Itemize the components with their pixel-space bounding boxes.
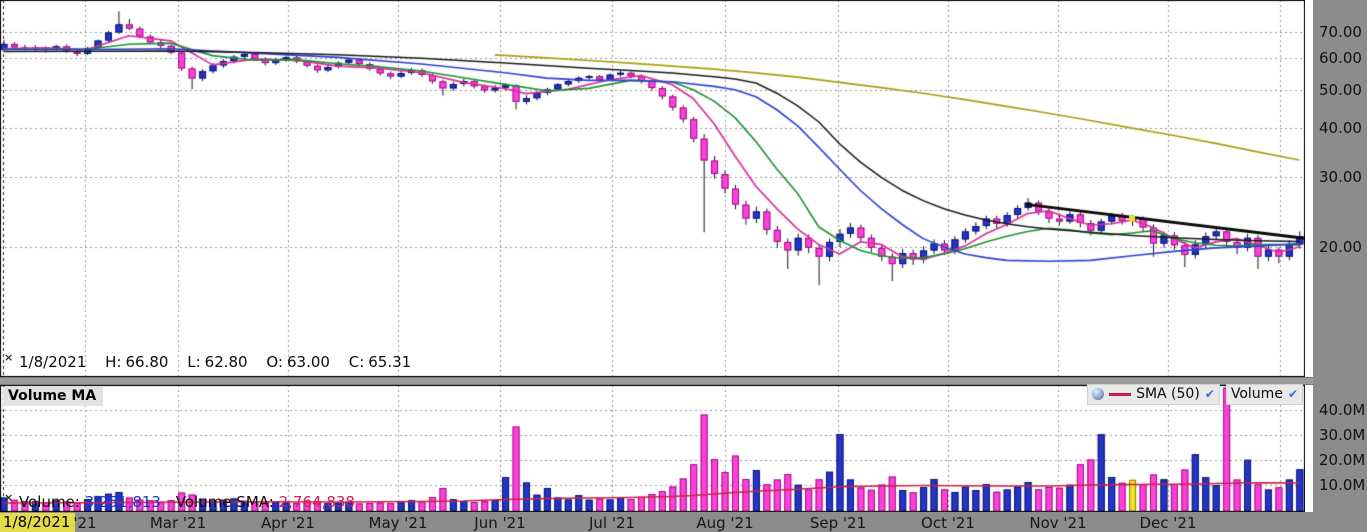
- sma-legend-chip: SMA (50) ✔: [1087, 384, 1220, 405]
- x-axis-month-label: May '21: [353, 514, 443, 532]
- stock-chart-window: × 1/8/2021 H:66.80 L:62.80 O:63.00 C:65.…: [0, 0, 1367, 532]
- x-axis-month-label: Apr '21: [243, 514, 333, 532]
- volume-info-bar: × Volume: 3,251,813 Volume SMA: 2,764,83…: [4, 491, 355, 511]
- volume-legend-chip: Volume ✔: [1226, 384, 1303, 405]
- volume-legend-label: Volume: [1231, 386, 1283, 402]
- volume-legend: SMA (50) ✔ Volume ✔: [1087, 384, 1303, 405]
- volume-axis-label: 30.0M: [1319, 426, 1365, 444]
- ohlc-open: O:63.00: [266, 353, 330, 371]
- volume-value: 3,251,813: [85, 493, 161, 511]
- volume-panel: Volume MA SMA (50) ✔ Volume ✔ × Volume: …: [0, 385, 1305, 512]
- ohlc-date: 1/8/2021: [19, 353, 86, 371]
- ohlc-info-bar: × 1/8/2021 H:66.80 L:62.80 O:63.00 C:65.…: [4, 351, 425, 371]
- sma-line-swatch: [1109, 393, 1131, 396]
- price-axis-label: 40.00: [1319, 119, 1362, 137]
- x-axis-month-label: Aug '21: [680, 514, 770, 532]
- sma-visibility-checkbox[interactable]: ✔: [1205, 388, 1215, 400]
- remove-indicator-icon[interactable]: ×: [4, 351, 13, 364]
- volume-axis-label: 40.0M: [1319, 401, 1365, 419]
- volume-axis-label: 10.0M: [1319, 476, 1365, 494]
- volume-axis-label: 20.0M: [1319, 451, 1365, 469]
- price-axis-label: 60.00: [1319, 49, 1362, 67]
- price-axis-label: 30.00: [1319, 168, 1362, 186]
- ohlc-high: H:66.80: [105, 353, 168, 371]
- volume-sma-label: Volume SMA:: [176, 493, 274, 511]
- x-axis-month-label: Jul '21: [567, 514, 657, 532]
- x-axis-month-label: Nov '21: [1013, 514, 1103, 532]
- sma-legend-label: SMA (50): [1136, 386, 1200, 402]
- volume-ma-title: Volume MA: [3, 387, 103, 406]
- x-axis-month-label: Dec '21: [1123, 514, 1213, 532]
- remove-volume-icon[interactable]: ×: [4, 491, 13, 504]
- time-axis-strip[interactable]: 1/8/2021 '21Mar '21Apr '21May '21Jun '21…: [0, 512, 1313, 532]
- x-axis-month-label: Jun '21: [455, 514, 545, 532]
- volume-sma-value: 2,764,838: [279, 493, 355, 511]
- x-axis-month-label: Sep '21: [793, 514, 883, 532]
- volume-visibility-checkbox[interactable]: ✔: [1288, 388, 1298, 400]
- price-panel: × 1/8/2021 H:66.80 L:62.80 O:63.00 C:65.…: [0, 0, 1305, 377]
- price-axis-label: 50.00: [1319, 81, 1362, 99]
- ohlc-low: L:62.80: [187, 353, 247, 371]
- x-axis-month-label: Mar '21: [133, 514, 223, 532]
- x-axis-month-label: Oct '21: [903, 514, 993, 532]
- price-axis-strip[interactable]: 70.00 60.00 50.00 40.00 30.00 20.00 40.0M 30.0M…: [1313, 0, 1367, 532]
- price-axis-label: 20.00: [1319, 238, 1362, 256]
- x-axis-month-label: '21: [40, 514, 130, 532]
- price-chart-canvas[interactable]: [0, 0, 1305, 377]
- ohlc-close: C:65.31: [349, 353, 411, 371]
- volume-label: Volume:: [19, 493, 80, 511]
- price-axis-label: 70.00: [1319, 23, 1362, 41]
- sphere-icon[interactable]: [1092, 388, 1104, 400]
